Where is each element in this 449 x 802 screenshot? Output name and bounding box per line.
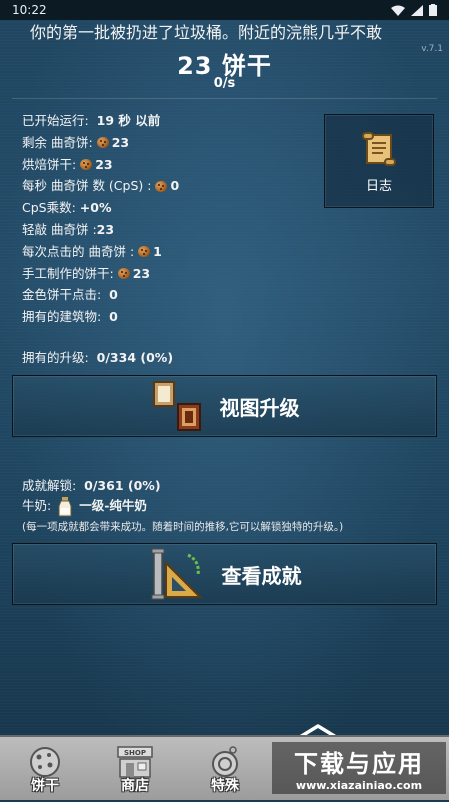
cookie-icon — [138, 246, 151, 258]
stat-row: 剩余 曲奇饼: 23 — [22, 134, 130, 150]
stat-row: 每秒 曲奇饼 数 (CpS) :0 — [22, 178, 180, 194]
nav-shop[interactable]: SHOP 商店 — [90, 737, 180, 802]
stat-row: 金色饼干点击: 0 — [22, 287, 118, 303]
cookie-icon — [155, 180, 168, 192]
log-button[interactable]: 日志 — [324, 114, 434, 208]
scroll-icon — [362, 131, 396, 166]
shop-icon: SHOP — [117, 745, 153, 778]
signal-icon — [411, 4, 423, 16]
status-time: 10:22 — [12, 3, 47, 17]
watermark-sub: www.xiazainiao.com — [295, 779, 423, 792]
cookie-icon — [80, 158, 93, 170]
stat-row: 轻敲 曲奇饼 :23 — [22, 221, 115, 237]
cookie-icon — [117, 267, 130, 279]
stat-row: CpS乘数: +0% — [22, 200, 112, 216]
upgrade-frames-icon — [152, 381, 201, 431]
nav-shop-label: 商店 — [121, 777, 149, 794]
status-bar: 10:22 — [0, 0, 449, 20]
stat-row: 已开始运行: 19 秒 以前 — [22, 113, 161, 128]
battery-icon — [429, 4, 437, 16]
status-icons — [391, 4, 437, 16]
cookie-icon — [96, 137, 109, 149]
nav-special[interactable]: 特殊 — [180, 737, 270, 802]
cookie-icon — [30, 746, 60, 777]
stat-row: 拥有的建筑物: 0 — [22, 309, 118, 325]
watermark-main: 下载与应用 — [294, 750, 424, 778]
log-label: 日志 — [365, 178, 392, 194]
view-achievements-label: 查看成就 — [221, 563, 302, 588]
achievements-count: 成就解锁: 0/361 (0%) — [22, 478, 161, 493]
watermark: 下载与应用 www.xiazainiao.com — [272, 742, 446, 794]
special-icon — [212, 745, 238, 777]
achievements-info: 成就解锁: 0/361 (0%) 牛奶: 一级-纯牛奶 (每一项成就都会带来成功… — [22, 476, 343, 537]
svg-text:SHOP: SHOP — [124, 749, 146, 757]
divider — [12, 98, 437, 99]
nav-cookie-label: 饼干 — [31, 777, 59, 794]
view-upgrades-label: 视图升级 — [219, 395, 300, 420]
cookies-per-second: 0/s — [213, 76, 236, 91]
stat-row: 烘焙饼干: 23 — [22, 156, 113, 172]
nav-cookie[interactable]: 饼干 — [0, 737, 90, 802]
wifi-icon — [391, 5, 405, 16]
milk-row: 牛奶: 一级-纯牛奶 — [22, 496, 343, 517]
stat-row: 手工制作的饼干: 23 — [22, 265, 151, 281]
stat-row: 每次点击的 曲奇饼 :1 — [22, 243, 162, 259]
stats-panel: 已开始运行: 19 秒 以前 剩余 曲奇饼: 23 烘焙饼干: 23 每秒 曲奇饼 … — [22, 110, 322, 328]
achievements-note: (每一项成就都会带来成功。随着时间的推移,它可以解锁独特的升级。) — [22, 520, 344, 533]
view-achievements-button[interactable]: 查看成就 — [12, 543, 437, 605]
milk-bottle-icon — [58, 496, 72, 516]
trophy-tools-icon — [151, 548, 202, 600]
nav-special-label: 特殊 — [211, 777, 239, 794]
upgrades-count: 拥有的升级: 0/334 (0%) — [22, 350, 174, 365]
view-upgrades-button[interactable]: 视图升级 — [12, 375, 437, 437]
news-ticker[interactable]: 你的第一批被扔进了垃圾桶。附近的浣熊几乎不敢 — [0, 20, 449, 46]
